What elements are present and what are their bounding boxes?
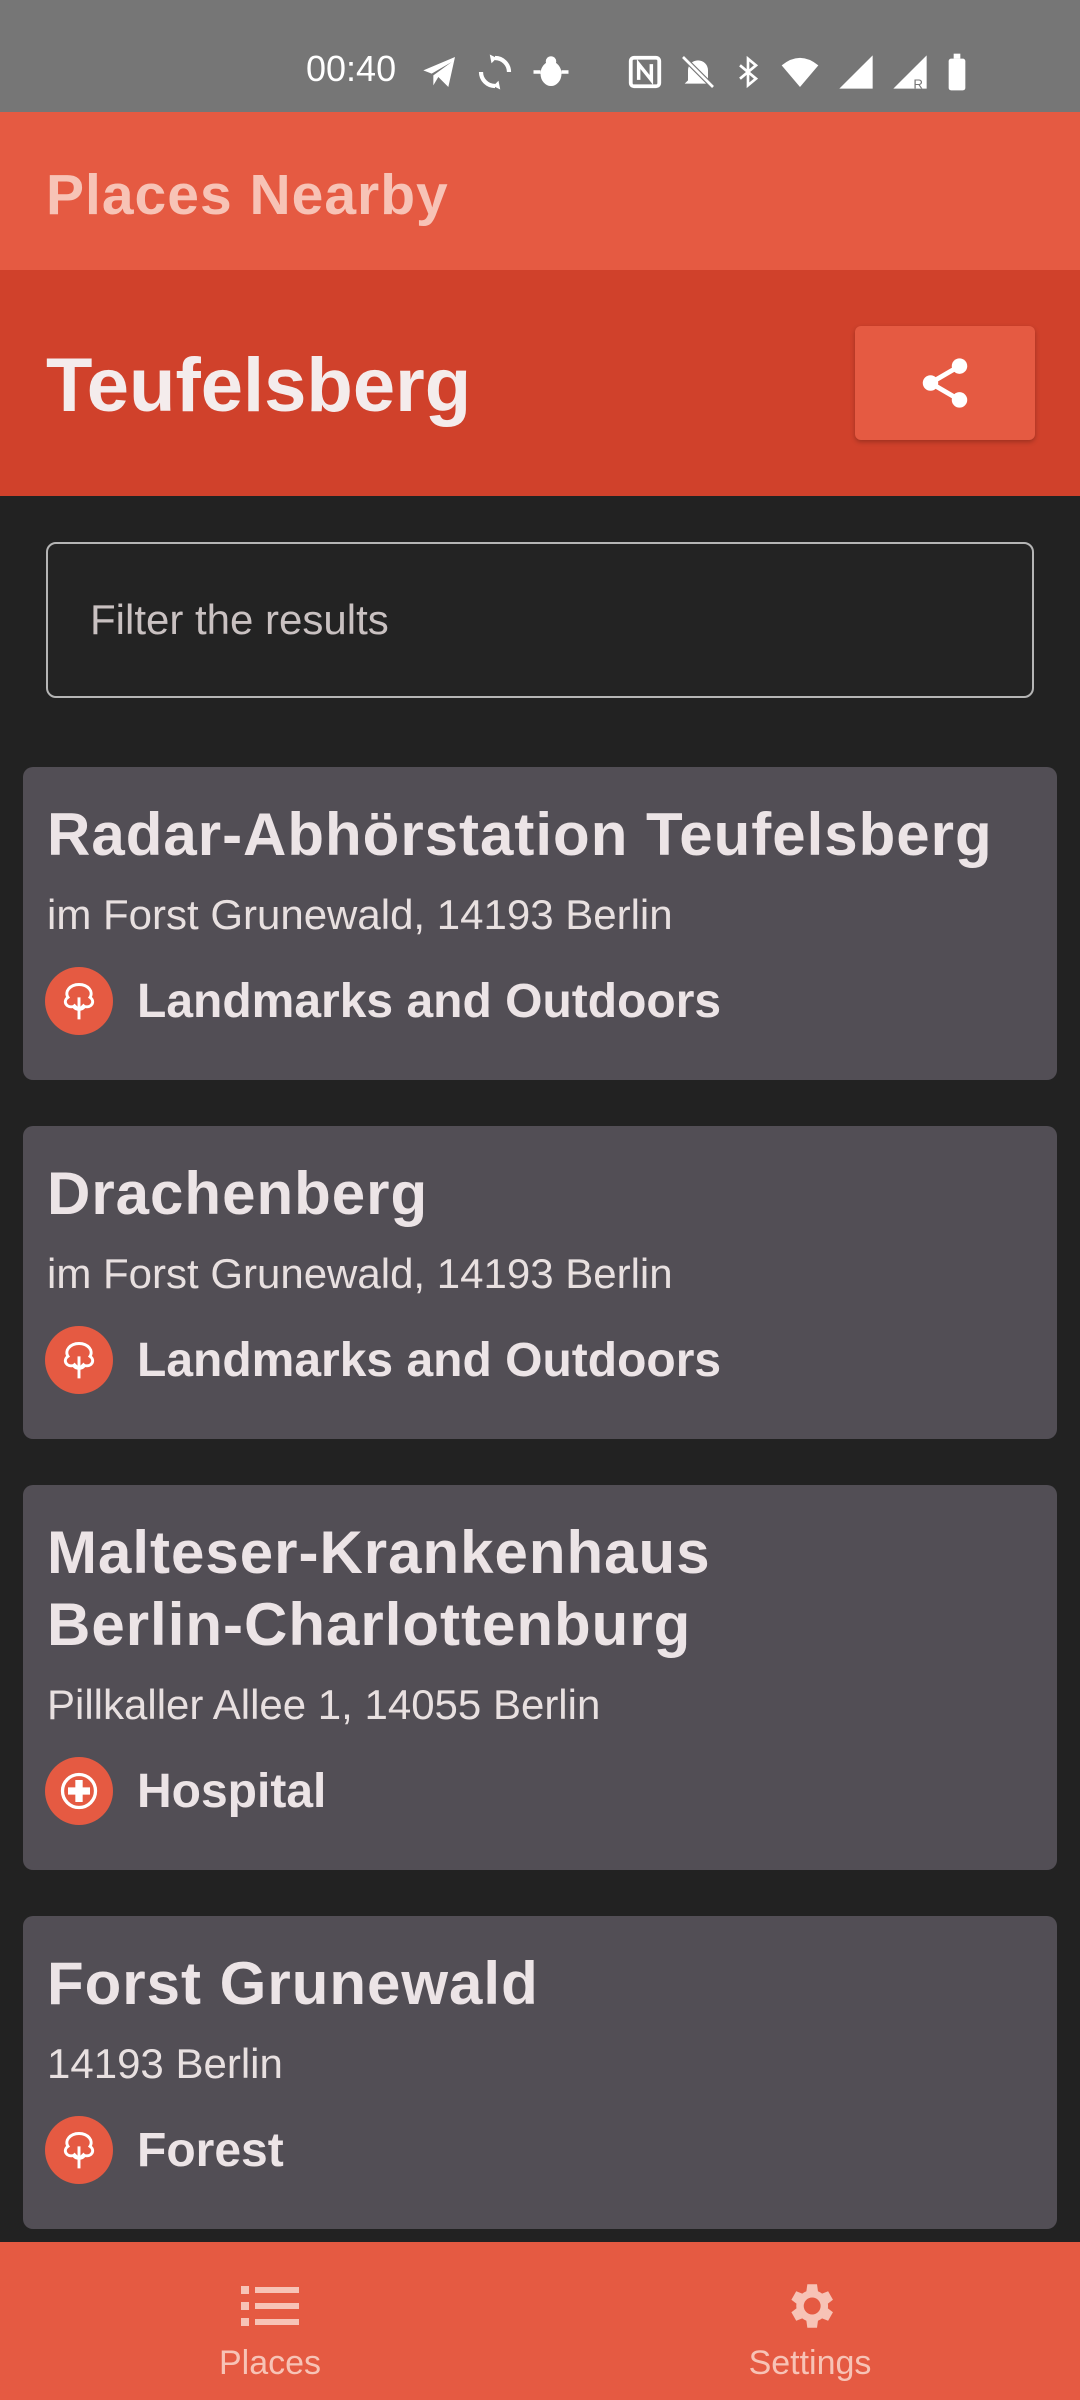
nav-label-settings: Settings	[748, 2344, 872, 2382]
bug-icon	[533, 56, 569, 86]
app-bar: Places Nearby	[0, 112, 1080, 270]
share-button[interactable]	[855, 326, 1035, 440]
tree-icon	[45, 967, 113, 1035]
nav-item-settings[interactable]: Settings	[540, 2242, 1080, 2400]
nav-label-places: Places	[218, 2344, 322, 2382]
place-address: 14193 Berlin	[47, 2040, 283, 2087]
place-category: Forest	[45, 2116, 284, 2184]
place-address: Pillkaller Allee 1, 14055 Berlin	[47, 1681, 601, 1728]
place-name-line1: Malteser-Krankenhaus	[47, 1519, 711, 1586]
place-name: Malteser-Krankenhaus Berlin-Charlottenbu…	[47, 1517, 1047, 1661]
bluetooth-icon	[739, 55, 759, 89]
share-icon	[922, 358, 968, 408]
category-label: Hospital	[137, 1764, 327, 1818]
location-title: Teufelsberg	[46, 343, 472, 428]
category-label: Forest	[137, 2123, 284, 2177]
place-card[interactable]: Drachenberg im Forst Grunewald, 14193 Be…	[23, 1126, 1057, 1439]
place-name-line2: Berlin-Charlottenburg	[47, 1591, 692, 1658]
sync-icon	[478, 54, 512, 90]
place-category: Hospital	[45, 1757, 326, 1825]
place-card[interactable]: Forst Grunewald 14193 Berlin Forest	[23, 1916, 1057, 2229]
filter-field[interactable]	[46, 542, 1034, 698]
signal-roaming-icon: R	[893, 55, 927, 92]
hospital-cross-icon	[45, 1757, 113, 1825]
place-name: Forst Grunewald	[47, 1950, 539, 2017]
location-header: Teufelsberg	[0, 270, 1080, 496]
category-label: Landmarks and Outdoors	[137, 1333, 722, 1387]
telegram-icon	[423, 57, 455, 87]
list-icon	[241, 2278, 299, 2334]
place-address: im Forst Grunewald, 14193 Berlin	[47, 891, 673, 938]
mute-icon	[681, 55, 715, 89]
place-category: Landmarks and Outdoors	[45, 1326, 721, 1394]
place-card[interactable]: Malteser-Krankenhaus Berlin-Charlottenbu…	[23, 1485, 1057, 1870]
battery-icon	[948, 53, 966, 91]
filter-input[interactable]	[90, 544, 990, 696]
nav-item-places[interactable]: Places	[0, 2242, 540, 2400]
place-address: im Forst Grunewald, 14193 Berlin	[47, 1250, 673, 1297]
place-card[interactable]: Radar-Abhörstation Teufelsberg im Forst …	[23, 767, 1057, 1080]
app-title: Places Nearby	[46, 163, 449, 227]
tree-icon	[45, 2116, 113, 2184]
place-category: Landmarks and Outdoors	[45, 967, 721, 1035]
status-icons: R	[420, 46, 970, 98]
bottom-nav: Places Settings	[0, 2242, 1080, 2400]
wifi-icon	[781, 57, 819, 87]
svg-text:R: R	[913, 77, 923, 92]
gear-icon	[781, 2278, 839, 2334]
place-name: Radar-Abhörstation Teufelsberg	[47, 801, 993, 868]
signal-icon	[839, 55, 873, 89]
status-bar: 00:40 R	[0, 0, 1080, 112]
status-time: 00:40	[306, 48, 397, 89]
tree-icon	[45, 1326, 113, 1394]
place-name: Drachenberg	[47, 1160, 429, 1227]
nfc-icon	[628, 55, 662, 89]
category-label: Landmarks and Outdoors	[137, 974, 722, 1028]
